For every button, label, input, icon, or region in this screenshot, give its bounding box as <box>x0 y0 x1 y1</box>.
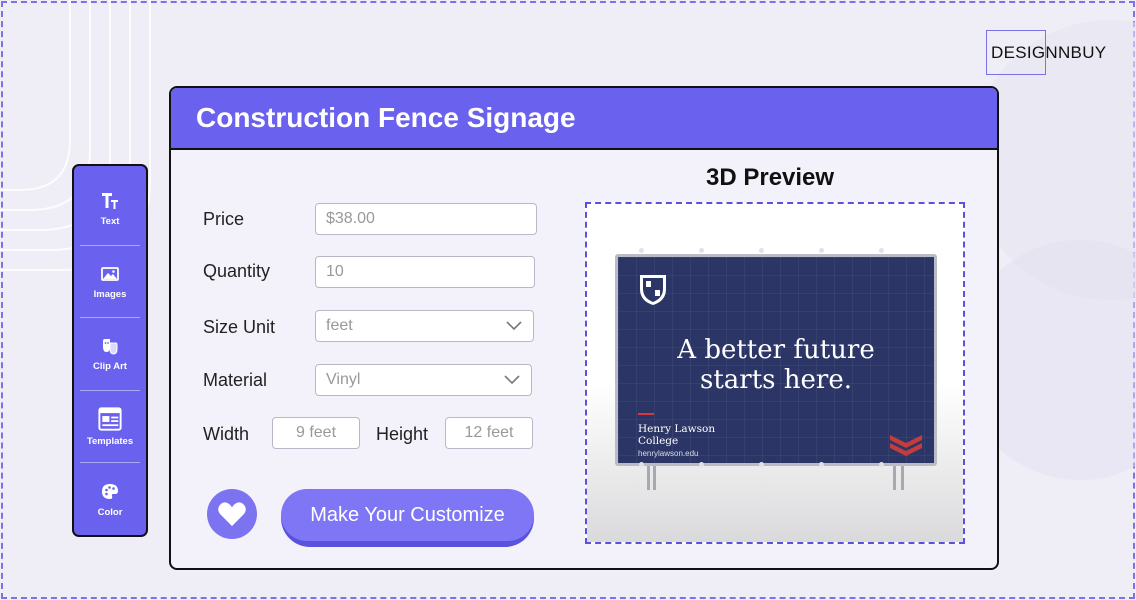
design-toolbar: Text Images Clip Art Templates Color <box>72 164 148 537</box>
chevron-down-icon <box>506 321 522 331</box>
palette-icon <box>102 483 118 499</box>
text-icon <box>102 192 118 209</box>
heart-icon <box>218 502 246 526</box>
height-input[interactable]: 12 feet <box>445 417 533 449</box>
width-input[interactable]: 9 feet <box>272 417 360 449</box>
banner-college-line2: College <box>638 435 679 447</box>
fence-leg <box>653 466 656 490</box>
grommet <box>759 462 764 467</box>
height-label: Height <box>376 424 429 444</box>
brand-name: DESIGNNBUY <box>991 42 1107 62</box>
image-icon <box>101 266 119 281</box>
banner-headline-line2: starts here. <box>700 365 852 395</box>
size-unit-value: feet <box>326 317 353 334</box>
price-label: Price <box>203 209 245 229</box>
fence-leg <box>893 466 896 490</box>
fence-leg <box>647 466 650 490</box>
banner-college-line1: Henry Lawson <box>638 423 716 435</box>
fence-banner: A better future starts here. Henry Lawso… <box>615 254 937 466</box>
clip-art-icon <box>103 339 118 355</box>
tool-clip-art[interactable]: Clip Art <box>80 317 140 390</box>
tool-templates[interactable]: Templates <box>80 389 140 463</box>
grommet <box>699 462 704 467</box>
height-placeholder: 12 feet <box>464 424 514 441</box>
size-unit-label: Size Unit <box>203 317 276 337</box>
grommet <box>879 462 884 467</box>
templates-icon <box>98 407 122 431</box>
product-card: Construction Fence Signage Price $38.00 … <box>169 86 999 570</box>
grommet <box>639 462 644 467</box>
banner-headline-line1: A better future <box>677 335 875 365</box>
college-shield-icon <box>640 275 666 305</box>
preview-canvas[interactable]: A better future starts here. Henry Lawso… <box>585 202 965 544</box>
grommet <box>699 248 704 253</box>
material-select[interactable]: Vinyl <box>315 364 532 396</box>
favorite-button[interactable] <box>207 489 257 539</box>
grommet <box>879 248 884 253</box>
tool-images[interactable]: Images <box>80 244 140 318</box>
card-header: Construction Fence Signage <box>171 88 997 150</box>
tool-clip-art-label: Clip Art <box>93 361 127 373</box>
width-label: Width <box>203 424 250 444</box>
quantity-placeholder: 10 <box>326 263 344 280</box>
quantity-input[interactable]: 10 <box>315 256 535 288</box>
banner-headline: A better future starts here. <box>618 335 934 395</box>
grommet <box>759 248 764 253</box>
tool-color-label: Color <box>97 506 123 518</box>
price-placeholder: $38.00 <box>326 210 375 227</box>
grommet <box>639 248 644 253</box>
product-title: Construction Fence Signage <box>196 102 576 133</box>
banner-accent-line <box>638 413 654 415</box>
tool-color[interactable]: Color <box>80 462 140 535</box>
tool-text[interactable]: Text <box>80 172 140 245</box>
price-input[interactable]: $38.00 <box>315 203 537 235</box>
preview-title: 3D Preview <box>706 164 835 191</box>
grommet <box>819 248 824 253</box>
grommet <box>819 462 824 467</box>
fence-leg <box>901 466 904 490</box>
material-value: Vinyl <box>326 371 361 388</box>
tool-images-label: Images <box>93 288 127 300</box>
banner-url: henrylawson.edu <box>638 449 699 458</box>
material-label: Material <box>203 370 268 390</box>
brand-logo: DESIGNNBUY <box>986 30 1106 75</box>
chevron-down-icon <box>504 375 520 385</box>
size-unit-select[interactable]: feet <box>315 310 534 342</box>
banner-college-name: Henry Lawson College <box>638 423 728 447</box>
width-placeholder: 9 feet <box>295 424 337 441</box>
chevron-stripes-icon <box>890 435 922 456</box>
quantity-label: Quantity <box>203 261 271 281</box>
customize-button-label: Make Your Customize <box>281 489 534 541</box>
customize-button[interactable]: Make Your Customize <box>281 489 534 547</box>
tool-text-label: Text <box>100 215 120 227</box>
tool-templates-label: Templates <box>86 436 134 448</box>
